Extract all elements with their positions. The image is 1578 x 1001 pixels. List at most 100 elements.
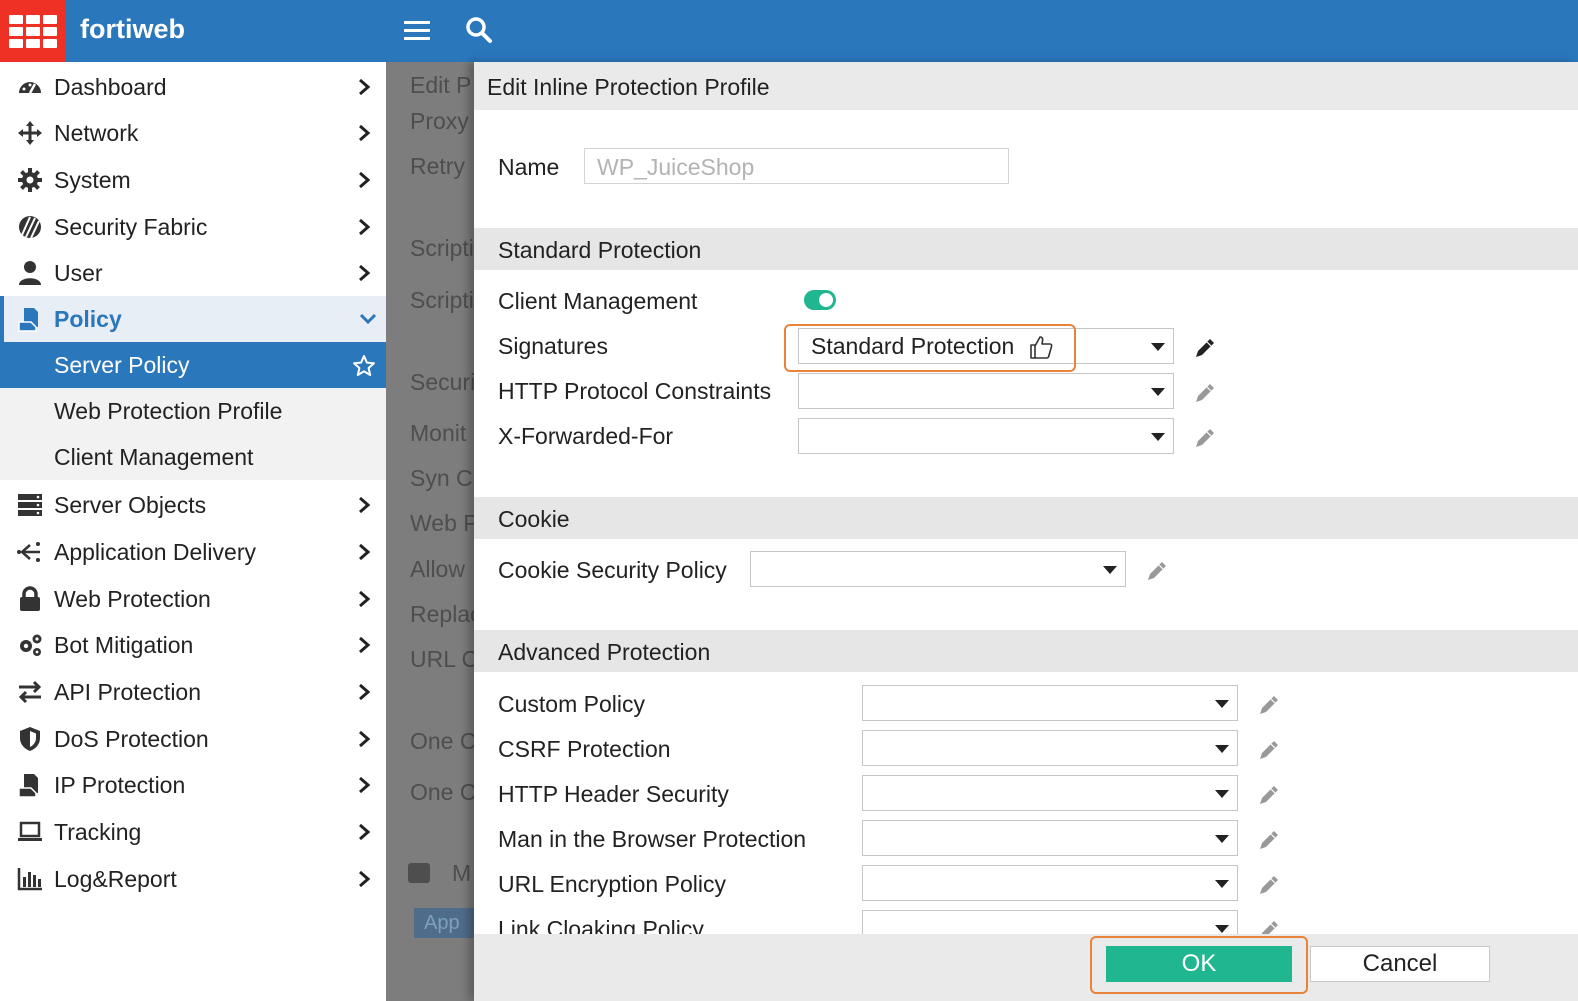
api-icon [18,680,42,704]
sidebar-item-system[interactable]: System [0,157,386,203]
sidebar-item-user[interactable]: User [0,250,386,296]
sidebar-item-label: Server Objects [54,491,207,518]
name-field[interactable]: WP_JuiceShop [584,148,1009,184]
laptop-icon [18,821,42,841]
sidebar-item-label: Security Fabric [54,213,208,240]
caret-down-icon [1215,745,1229,753]
http-protocol-constraints-select[interactable] [798,373,1174,409]
sidebar-subitem-label: Web Protection Profile [54,397,283,424]
sidebar-item-dashboard[interactable]: Dashboard [0,64,386,110]
sidebar-item-web-protection[interactable]: Web Protection [0,576,386,622]
sidebar-item-label: API Protection [54,678,202,705]
sidebar-item-policy[interactable]: Policy [0,296,386,342]
custom-policy-select[interactable] [862,685,1238,721]
chevron-right-icon [359,636,371,654]
client-management-toggle[interactable] [804,290,836,310]
caret-down-icon [1215,790,1229,798]
edit-pencil-icon[interactable] [1192,380,1218,406]
chevron-right-icon [359,730,371,748]
sidebar-subitem-label: Server Policy [54,351,190,378]
edit-pencil-icon[interactable] [1144,558,1170,584]
http-protocol-constraints-label: HTTP Protocol Constraints [498,378,772,404]
cookie-security-policy-label: Cookie Security Policy [498,557,727,583]
edit-pencil-icon[interactable] [1256,692,1282,718]
signatures-highlight [784,324,1076,372]
cancel-button[interactable]: Cancel [1310,946,1490,982]
background-label: M [452,860,472,886]
background-label: Allow [410,556,465,582]
sidebar-item-bot-mitigation[interactable]: Bot Mitigation [0,622,386,668]
section-standard-protection: Standard Protection [474,228,1578,270]
sidebar-item-label: Dashboard [54,73,167,100]
sidebar-item-application-delivery[interactable]: Application Delivery [0,529,386,575]
search-icon[interactable] [465,16,493,44]
sidebar-item-label: Web Protection [54,585,211,612]
chart-icon [17,868,42,891]
collapse-icon [408,863,430,883]
sidebar-item-security-fabric[interactable]: Security Fabric [0,204,386,250]
man-in-the-browser-label: Man in the Browser Protection [498,826,807,852]
sidebar-item-tracking[interactable]: Tracking [0,809,386,855]
sidebar-item-log-report[interactable]: Log&Report [0,856,386,902]
sidebar-item-server-objects[interactable]: Server Objects [0,482,386,528]
user-icon [19,261,41,285]
chevron-right-icon [359,683,371,701]
star-icon[interactable] [352,354,376,378]
sidebar-item-ip-protection[interactable]: IP Protection [0,762,386,808]
section-advanced-protection: Advanced Protection [474,630,1578,672]
sidebar-subitem-server-policy[interactable]: Server Policy [0,342,386,388]
chevron-right-icon [359,78,371,96]
background-label: Securi [410,369,476,395]
background-label: Syn C [410,465,473,491]
x-forwarded-for-select[interactable] [798,418,1174,454]
sidebar-item-network[interactable]: Network [0,110,386,156]
sidebar-item-label: IP Protection [54,771,186,798]
sidebar-subitem-client-management[interactable]: Client Management [0,434,386,480]
sidebar-item-api-protection[interactable]: API Protection [0,669,386,715]
chevron-right-icon [359,124,371,142]
background-label: Replac [410,601,482,627]
sidebar-item-label: System [54,166,131,193]
app-delivery-icon [17,542,40,562]
hamburger-menu-icon[interactable] [404,18,430,42]
background-page-overlay: Edit P Proxy Retry Scripti Scripti Secur… [386,62,486,1001]
edit-pencil-icon[interactable] [1256,827,1282,853]
chevron-right-icon [359,496,371,514]
sidebar-item-label: Network [54,119,139,146]
chevron-down-icon [359,313,377,325]
sidebar-subitem-web-protection-profile[interactable]: Web Protection Profile [0,388,386,434]
caret-down-icon [1151,343,1165,351]
sidebar-item-label: Bot Mitigation [54,631,194,658]
chevron-right-icon [359,590,371,608]
background-label: URL C [410,646,479,672]
csrf-protection-select[interactable] [862,730,1238,766]
network-icon [18,121,42,145]
chevron-right-icon [359,870,371,888]
edit-pencil-icon[interactable] [1256,782,1282,808]
cookie-security-policy-select[interactable] [750,551,1126,587]
logo-grid-icon [9,14,57,48]
man-in-the-browser-select[interactable] [862,820,1238,856]
caret-down-icon [1151,388,1165,396]
chevron-right-icon [359,823,371,841]
sidebar-item-dos-protection[interactable]: DoS Protection [0,716,386,762]
edit-pencil-icon[interactable] [1192,335,1218,361]
http-header-security-select[interactable] [862,775,1238,811]
brand-name: fortiweb [80,14,185,44]
fortinet-logo[interactable] [0,0,66,62]
sidebar-item-label: Policy [54,305,122,332]
security-fabric-icon [19,216,41,239]
sidebar: Dashboard Network System Security Fabric… [0,62,386,1001]
sidebar-item-label: Log&Report [54,865,177,892]
background-label: Web P [410,510,479,536]
caret-down-icon [1103,566,1117,574]
ip-icon [18,774,38,798]
sidebar-item-label: DoS Protection [54,725,209,752]
url-encryption-policy-select[interactable] [862,865,1238,901]
edit-pencil-icon[interactable] [1192,425,1218,451]
edit-pencil-icon[interactable] [1256,872,1282,898]
background-label: Proxy [410,108,469,134]
x-forwarded-for-label: X-Forwarded-For [498,423,674,449]
background-label: Retry [410,153,465,179]
edit-pencil-icon[interactable] [1256,737,1282,763]
